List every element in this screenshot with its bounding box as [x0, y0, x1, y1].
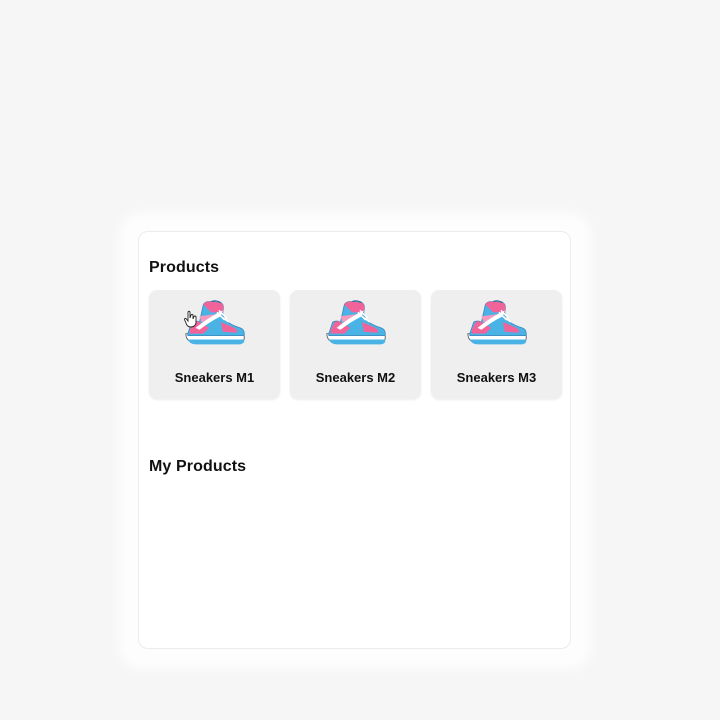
- product-grid: Sneakers M1 Sneakers M2 Sneakers M3: [149, 290, 562, 399]
- product-name: Sneakers M2: [315, 370, 396, 385]
- product-card-sneakers-m3[interactable]: Sneakers M3: [431, 290, 562, 399]
- products-heading: Products: [149, 259, 220, 276]
- product-name: Sneakers M1: [174, 370, 255, 385]
- product-card-sneakers-m1[interactable]: Sneakers M1: [149, 290, 280, 399]
- product-name: Sneakers M3: [456, 370, 537, 385]
- main-panel: Products Sneakers M1 Sneakers M2 Sneaker…: [138, 231, 571, 649]
- my-products-heading: My Products: [149, 458, 247, 475]
- my-products-list: [149, 490, 560, 630]
- sneaker-icon: [185, 300, 246, 346]
- app-container: Products Sneakers M1 Sneakers M2 Sneaker…: [126, 220, 584, 662]
- product-card-sneakers-m2[interactable]: Sneakers M2: [290, 290, 421, 399]
- sneaker-icon: [326, 300, 387, 346]
- sneaker-icon: [467, 300, 528, 346]
